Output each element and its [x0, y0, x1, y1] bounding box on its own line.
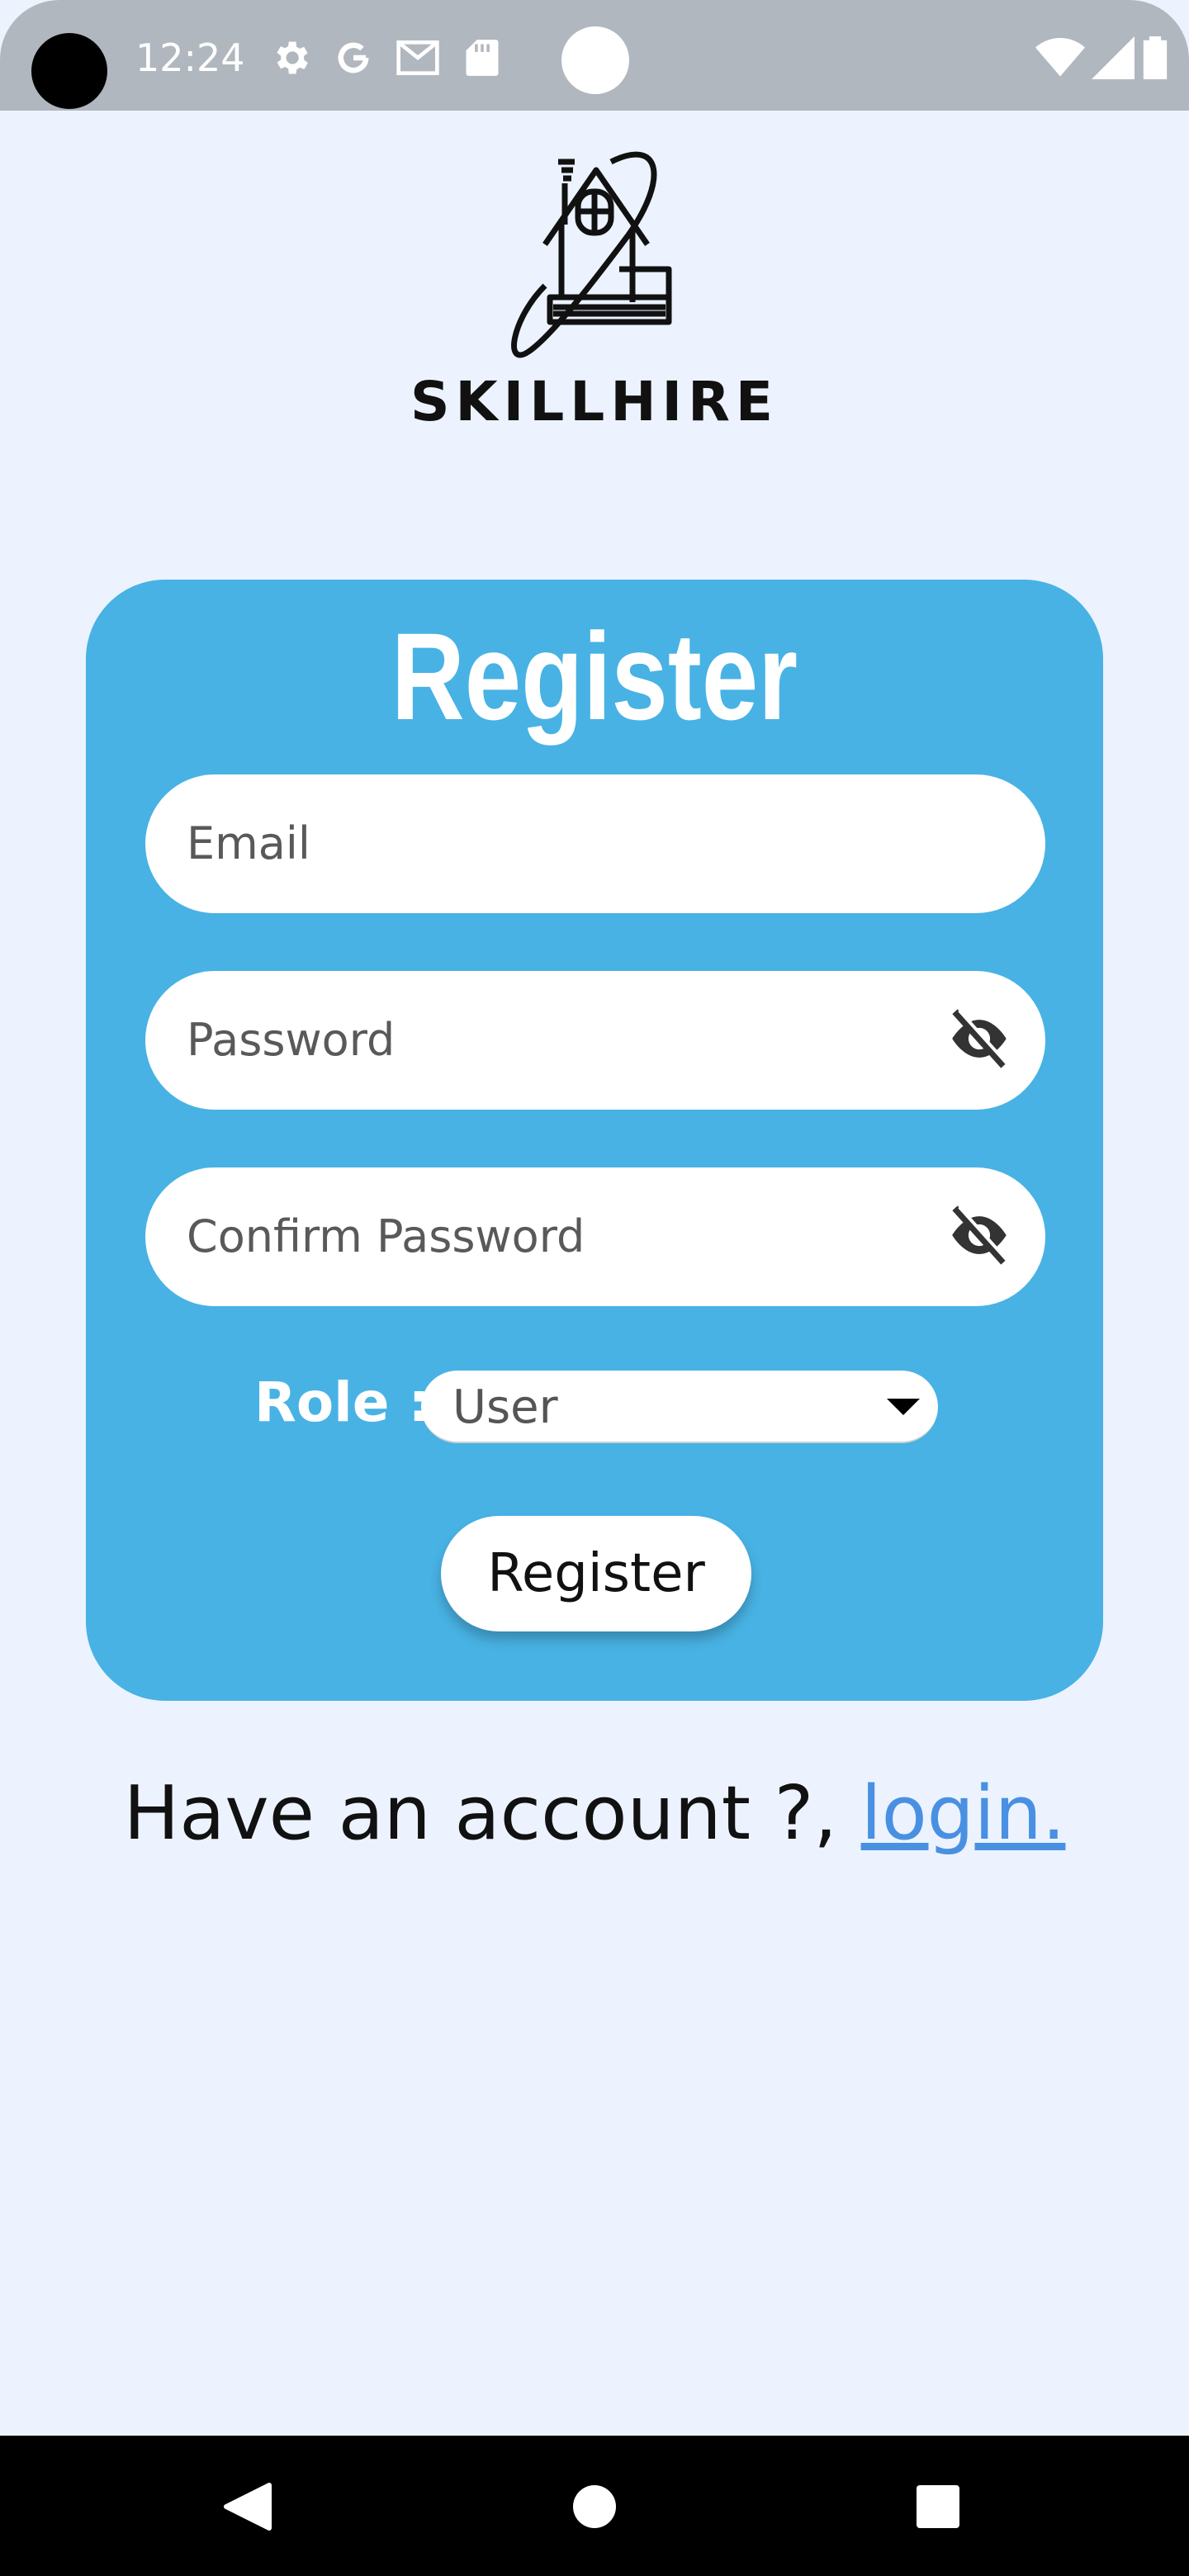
battery-icon	[1143, 36, 1168, 79]
skillhire-logo	[511, 151, 672, 358]
sd-card-icon	[464, 36, 500, 79]
visibility-off-icon[interactable]	[946, 1205, 1012, 1265]
status-indicator-dot	[561, 26, 629, 94]
role-selected-value: User	[452, 1380, 558, 1434]
back-icon[interactable]	[223, 2482, 272, 2531]
logo-wordmark: SKILLHIRE	[410, 370, 779, 433]
wifi-icon	[1035, 38, 1085, 77]
have-account-text: Have an account ?,	[123, 1770, 861, 1857]
camera-cutout	[31, 33, 107, 109]
gmail-icon	[396, 40, 439, 75]
visibility-off-icon[interactable]	[946, 1009, 1012, 1068]
chevron-down-icon	[887, 1399, 920, 1415]
have-account-line: Have an account ?, login.	[0, 1770, 1189, 1857]
page-title: Register	[391, 607, 798, 746]
confirm-password-placeholder: Confirm Password	[187, 1210, 585, 1262]
settings-icon	[277, 41, 308, 74]
confirm-password-field[interactable]: Confirm Password	[145, 1167, 1045, 1306]
status-bar: 12:24	[0, 0, 1189, 111]
email-field[interactable]: Email	[145, 774, 1045, 913]
status-time: 12:24	[135, 36, 245, 80]
role-dropdown[interactable]: User	[421, 1371, 938, 1443]
password-field[interactable]: Password	[145, 971, 1045, 1110]
recent-apps-icon[interactable]	[917, 2485, 959, 2528]
google-icon	[338, 42, 369, 73]
navigation-bar	[0, 2436, 1189, 2576]
home-icon[interactable]	[573, 2485, 616, 2528]
register-card: Register Email Password Confirm Password…	[86, 580, 1103, 1701]
login-link[interactable]: login.	[861, 1770, 1066, 1857]
signal-icon	[1092, 36, 1135, 79]
email-placeholder: Email	[187, 817, 310, 869]
role-label: Role :	[254, 1371, 430, 1434]
password-placeholder: Password	[187, 1014, 396, 1066]
register-button[interactable]: Register	[441, 1516, 751, 1631]
